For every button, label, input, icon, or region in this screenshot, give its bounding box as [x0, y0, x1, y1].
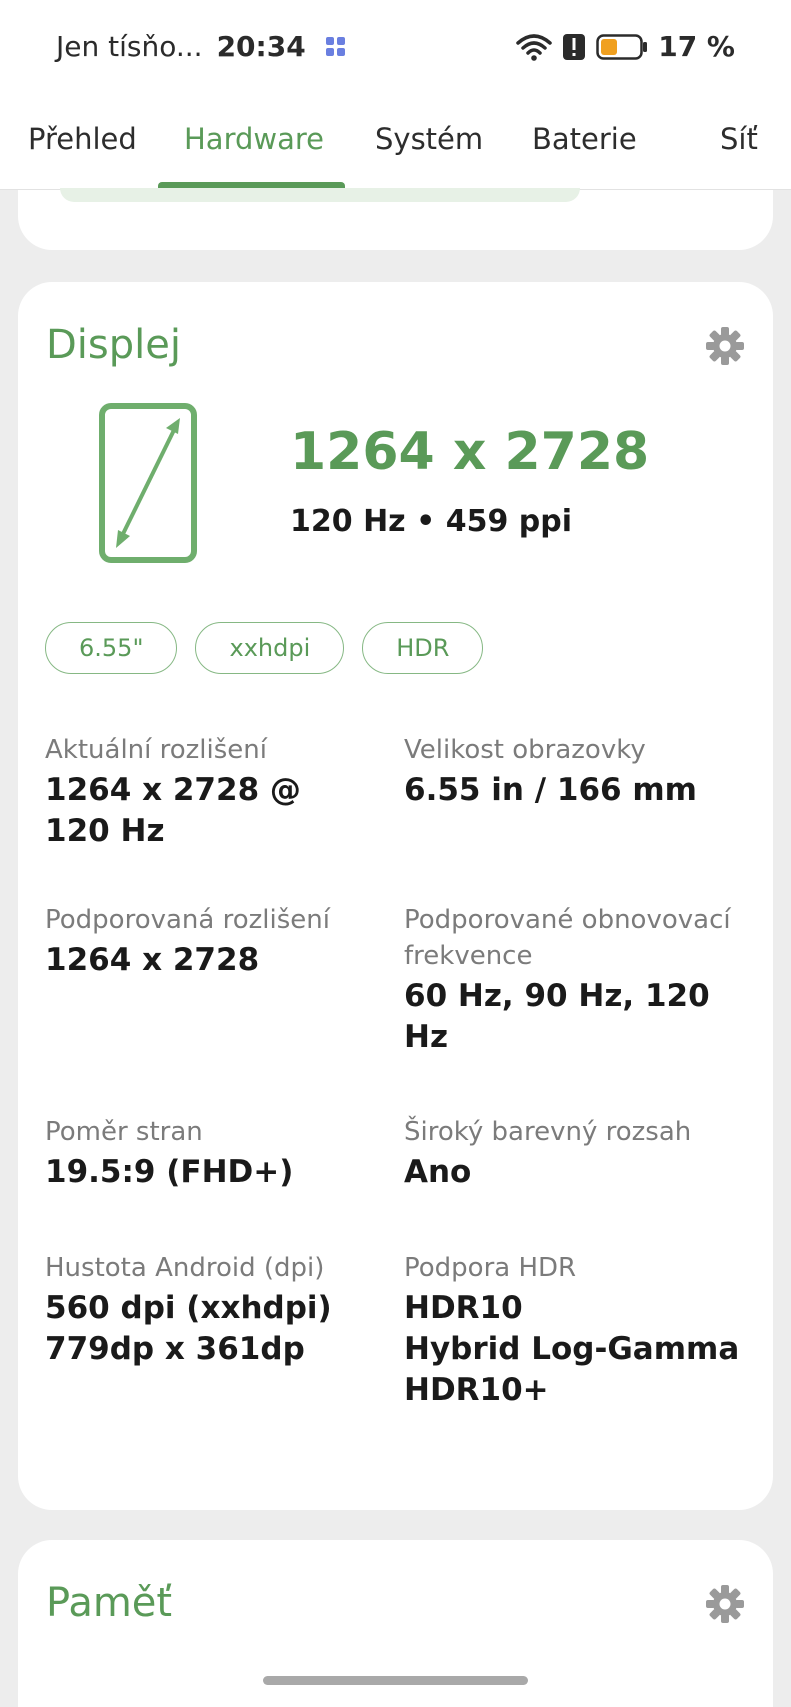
chip-density[interactable]: xxhdpi: [195, 622, 345, 674]
gear-icon[interactable]: [705, 326, 745, 366]
tab-hardware[interactable]: Hardware: [184, 122, 324, 156]
previous-card: [18, 188, 773, 250]
spec-screen-size: Velikost obrazovky 6.55 in / 166 mm: [404, 732, 734, 811]
tab-baterie[interactable]: Baterie: [532, 122, 637, 156]
spec-value: 1264 x 2728 @ 120 Hz: [45, 772, 301, 849]
app-notification-icon: [325, 37, 345, 56]
memory-card-title: Paměť: [46, 1580, 173, 1626]
status-left: Jen tísňo... 20:34: [56, 30, 345, 63]
gear-icon[interactable]: [705, 1584, 745, 1624]
spec-value: 1264 x 2728: [45, 942, 260, 978]
spec-refresh-rates: Podporované obnovovací frekvence 60 Hz, …: [404, 902, 744, 1058]
spec-value: HDR10 Hybrid Log-Gamma HDR10+: [404, 1290, 740, 1408]
tab-prehled[interactable]: Přehled: [28, 122, 137, 156]
carrier-text: Jen tísňo...: [56, 30, 203, 63]
spec-supported-resolutions: Podporovaná rozlišení 1264 x 2728: [45, 902, 375, 981]
status-right: 17 %: [516, 30, 735, 63]
display-card: Displej 1264 x 2728 120 Hz • 459 ppi 6.5…: [18, 282, 773, 1510]
spec-label: Podporované obnovovací frekvence: [404, 905, 731, 971]
spec-value: Ano: [404, 1154, 472, 1190]
spec-hdr-support: Podpora HDR HDR10 Hybrid Log-Gamma HDR10…: [404, 1250, 754, 1411]
phone-diagonal-icon: [99, 403, 197, 563]
spec-android-density: Hustota Android (dpi) 560 dpi (xxhdpi) 7…: [45, 1250, 375, 1370]
chip-hdr[interactable]: HDR: [362, 622, 484, 674]
refresh-density-text: 120 Hz • 459 ppi: [290, 504, 572, 539]
chip-row: 6.55" xxhdpi HDR: [45, 622, 484, 674]
battery-icon: [596, 33, 648, 61]
spec-label: Aktuální rozlišení: [45, 735, 268, 765]
tab-bar: Přehled Hardware Systém Baterie Síť: [0, 100, 791, 190]
tab-sit[interactable]: Síť: [720, 122, 758, 156]
spec-value: 19.5:9 (FHD+): [45, 1154, 294, 1190]
resolution-heading: 1264 x 2728: [290, 422, 650, 482]
status-time: 20:34: [216, 30, 306, 63]
chip-size[interactable]: 6.55": [45, 622, 178, 674]
spec-value: 6.55 in / 166 mm: [404, 772, 697, 808]
spec-label: Podpora HDR: [404, 1253, 577, 1283]
spec-wide-color: Široký barevný rozsah Ano: [404, 1114, 744, 1193]
spec-label: Poměr stran: [45, 1117, 203, 1147]
gesture-nav-handle[interactable]: [263, 1676, 528, 1685]
alert-icon: [562, 33, 586, 61]
spec-value: 60 Hz, 90 Hz, 120 Hz: [404, 978, 710, 1055]
spec-label: Hustota Android (dpi): [45, 1253, 325, 1283]
tab-system[interactable]: Systém: [375, 122, 483, 156]
spec-label: Velikost obrazovky: [404, 735, 646, 765]
wifi-icon: [516, 33, 552, 61]
spec-label: Podporovaná rozlišení: [45, 905, 330, 935]
display-card-title: Displej: [46, 322, 181, 368]
previous-card-bar: [60, 188, 580, 202]
spec-value: 560 dpi (xxhdpi) 779dp x 361dp: [45, 1290, 332, 1367]
status-bar: Jen tísňo... 20:34 17 %: [0, 0, 791, 100]
spec-aspect-ratio: Poměr stran 19.5:9 (FHD+): [45, 1114, 375, 1193]
battery-percent: 17 %: [658, 30, 735, 63]
spec-current-resolution: Aktuální rozlišení 1264 x 2728 @ 120 Hz: [45, 732, 375, 852]
app-screen: Jen tísňo... 20:34 17 % Přehled Hardware…: [0, 0, 791, 1707]
spec-label: Široký barevný rozsah: [404, 1117, 692, 1147]
